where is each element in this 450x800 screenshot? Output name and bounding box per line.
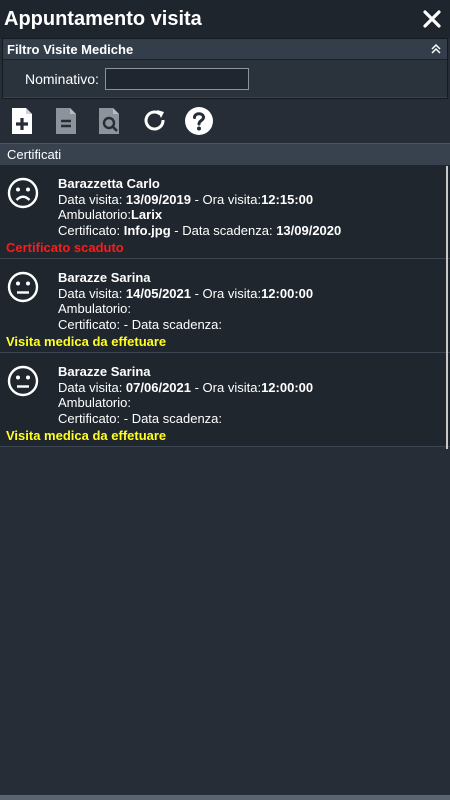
nominativo-label: Nominativo: (25, 70, 99, 87)
filter-title: Filtro Visite Mediche (7, 41, 134, 57)
item-details: Barazze Sarina Data visita: 14/05/2021 -… (58, 270, 313, 332)
title-bar: Appuntamento visita (0, 0, 450, 38)
filter-body: Nominativo: (3, 60, 447, 98)
list-item[interactable]: Barazze Sarina Data visita: 07/06/2021 -… (0, 353, 450, 447)
filter-panel: Filtro Visite Mediche Nominativo: (2, 38, 448, 99)
certificate-line: Certificato: - Data scadenza: (58, 410, 223, 426)
visit-date-line: Data visita: 14/05/2021 - Ora visita:12:… (58, 285, 314, 301)
ambulatorio-line: Ambulatorio:Larix (58, 207, 163, 222)
status-text: Visita medica da effetuare (6, 334, 167, 349)
scrollbar[interactable] (446, 166, 448, 449)
toolbar (0, 99, 450, 143)
document-icon[interactable] (52, 106, 82, 136)
search-document-icon[interactable] (96, 106, 126, 136)
ambulatorio-line: Ambulatorio: (58, 301, 131, 316)
neutral-face-icon (7, 365, 39, 397)
item-details: Barazze Sarina Data visita: 07/06/2021 -… (58, 364, 313, 426)
certificate-line: Certificato: - Data scadenza: (58, 316, 223, 332)
double-chevron-up-icon[interactable] (429, 42, 443, 56)
help-icon[interactable] (184, 106, 214, 136)
sad-face-icon (7, 177, 39, 209)
window-title: Appuntamento visita (4, 7, 202, 30)
patient-name: Barazze Sarina (58, 364, 151, 379)
visit-date-line: Data visita: 13/09/2019 - Ora visita:12:… (58, 191, 314, 207)
filter-header[interactable]: Filtro Visite Mediche (3, 39, 447, 60)
status-text: Visita medica da effetuare (6, 428, 167, 443)
patient-name: Barazzetta Carlo (58, 176, 160, 191)
refresh-icon[interactable] (140, 106, 170, 136)
patient-name: Barazze Sarina (58, 270, 151, 285)
neutral-face-icon (7, 271, 39, 303)
bottom-bar (0, 795, 450, 800)
item-details: Barazzetta Carlo Data visita: 13/09/2019… (58, 176, 341, 238)
list-item[interactable]: Barazzetta Carlo Data visita: 13/09/2019… (0, 165, 450, 259)
nominativo-input[interactable] (104, 67, 249, 90)
ambulatorio-line: Ambulatorio: (58, 395, 131, 410)
close-icon[interactable] (420, 7, 444, 31)
certificates-list: Barazzetta Carlo Data visita: 13/09/2019… (0, 165, 450, 447)
visit-date-line: Data visita: 07/06/2021 - Ora visita:12:… (58, 379, 314, 395)
add-document-icon[interactable] (8, 106, 38, 136)
list-header: Certificati (0, 143, 450, 165)
certificate-line: Certificato: Info.jpg - Data scadenza: 1… (58, 222, 342, 238)
list-item[interactable]: Barazze Sarina Data visita: 14/05/2021 -… (0, 259, 450, 353)
status-text: Certificato scaduto (6, 240, 124, 255)
